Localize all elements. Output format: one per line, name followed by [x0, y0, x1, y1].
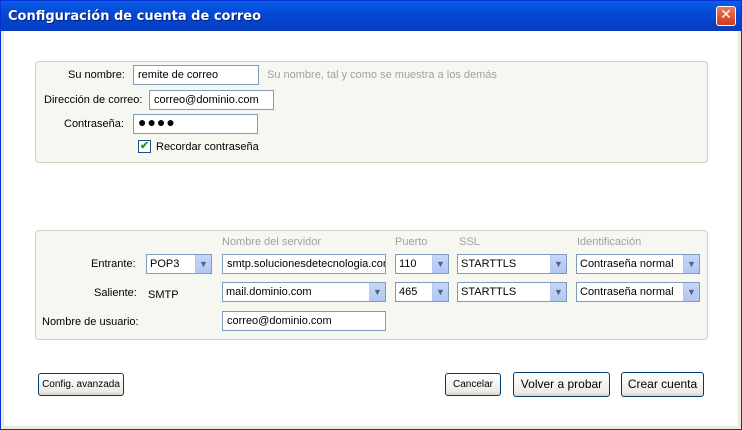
chevron-down-icon[interactable]: ▼	[369, 283, 385, 301]
incoming-port-value: 110	[399, 258, 417, 270]
remember-password-label[interactable]: Recordar contraseña	[156, 141, 259, 153]
password-label: Contraseña:	[64, 118, 124, 130]
incoming-label: Entrante:	[91, 258, 136, 270]
chevron-down-icon[interactable]: ▼	[550, 283, 566, 301]
advanced-config-button[interactable]: Config. avanzada	[38, 373, 124, 396]
retry-button[interactable]: Volver a probar	[513, 372, 610, 397]
account-setup-window: Configuración de cuenta de correo ✕ Su n…	[0, 0, 742, 430]
outgoing-ssl-select[interactable]: STARTTLS ▼	[457, 282, 567, 302]
cancel-button[interactable]: Cancelar	[445, 373, 501, 396]
chevron-down-icon[interactable]: ▼	[195, 255, 211, 273]
auth-header: Identificación	[577, 236, 642, 248]
create-account-button[interactable]: Crear cuenta	[621, 372, 704, 397]
password-input[interactable]: ●●●●	[133, 114, 258, 134]
outgoing-auth-select[interactable]: Contraseña normal ▼	[576, 282, 700, 302]
chevron-down-icon[interactable]: ▼	[683, 255, 699, 273]
outgoing-port-select[interactable]: 465 ▼	[395, 282, 449, 302]
incoming-ssl-select[interactable]: STARTTLS ▼	[457, 254, 567, 274]
close-icon[interactable]: ✕	[716, 6, 736, 26]
incoming-auth-value: Contraseña normal	[580, 258, 674, 270]
incoming-protocol-select[interactable]: POP3 ▼	[146, 254, 212, 274]
name-input[interactable]: remite de correo	[133, 65, 259, 85]
username-label: Nombre de usuario:	[42, 316, 139, 328]
checkmark-icon: ✔	[139, 140, 150, 152]
outgoing-label: Saliente:	[94, 287, 137, 299]
name-hint: Su nombre, tal y como se muestra a los d…	[267, 69, 497, 81]
window-title: Configuración de cuenta de correo	[8, 9, 262, 24]
email-input[interactable]: correo@dominio.com	[149, 90, 274, 110]
incoming-auth-select[interactable]: Contraseña normal ▼	[576, 254, 700, 274]
chevron-down-icon[interactable]: ▼	[432, 255, 448, 273]
chevron-down-icon[interactable]: ▼	[432, 283, 448, 301]
title-bar[interactable]: Configuración de cuenta de correo ✕	[1, 1, 741, 31]
outgoing-port-value: 465	[399, 286, 418, 298]
chevron-down-icon[interactable]: ▼	[683, 283, 699, 301]
outgoing-server-value: mail.dominio.com	[226, 286, 312, 298]
email-label: Dirección de correo:	[44, 94, 143, 106]
chevron-down-icon[interactable]: ▼	[550, 255, 566, 273]
incoming-server-input[interactable]: smtp.solucionesdetecnologia.com	[222, 254, 386, 274]
remember-password-checkbox[interactable]: ✔	[138, 140, 151, 153]
server-name-header: Nombre del servidor	[222, 236, 322, 248]
outgoing-server-select[interactable]: mail.dominio.com ▼	[222, 282, 386, 302]
username-input[interactable]: correo@dominio.com	[222, 311, 386, 331]
outgoing-auth-value: Contraseña normal	[580, 286, 674, 298]
port-header: Puerto	[395, 236, 428, 248]
incoming-protocol-value: POP3	[150, 258, 180, 270]
outgoing-protocol: SMTP	[148, 289, 179, 301]
incoming-port-select[interactable]: 110 ▼	[395, 254, 449, 274]
incoming-ssl-value: STARTTLS	[461, 258, 517, 270]
dialog-body: Su nombre: remite de correo Su nombre, t…	[4, 31, 738, 426]
outgoing-ssl-value: STARTTLS	[461, 286, 517, 298]
name-label: Su nombre:	[68, 69, 125, 81]
ssl-header: SSL	[459, 236, 480, 248]
